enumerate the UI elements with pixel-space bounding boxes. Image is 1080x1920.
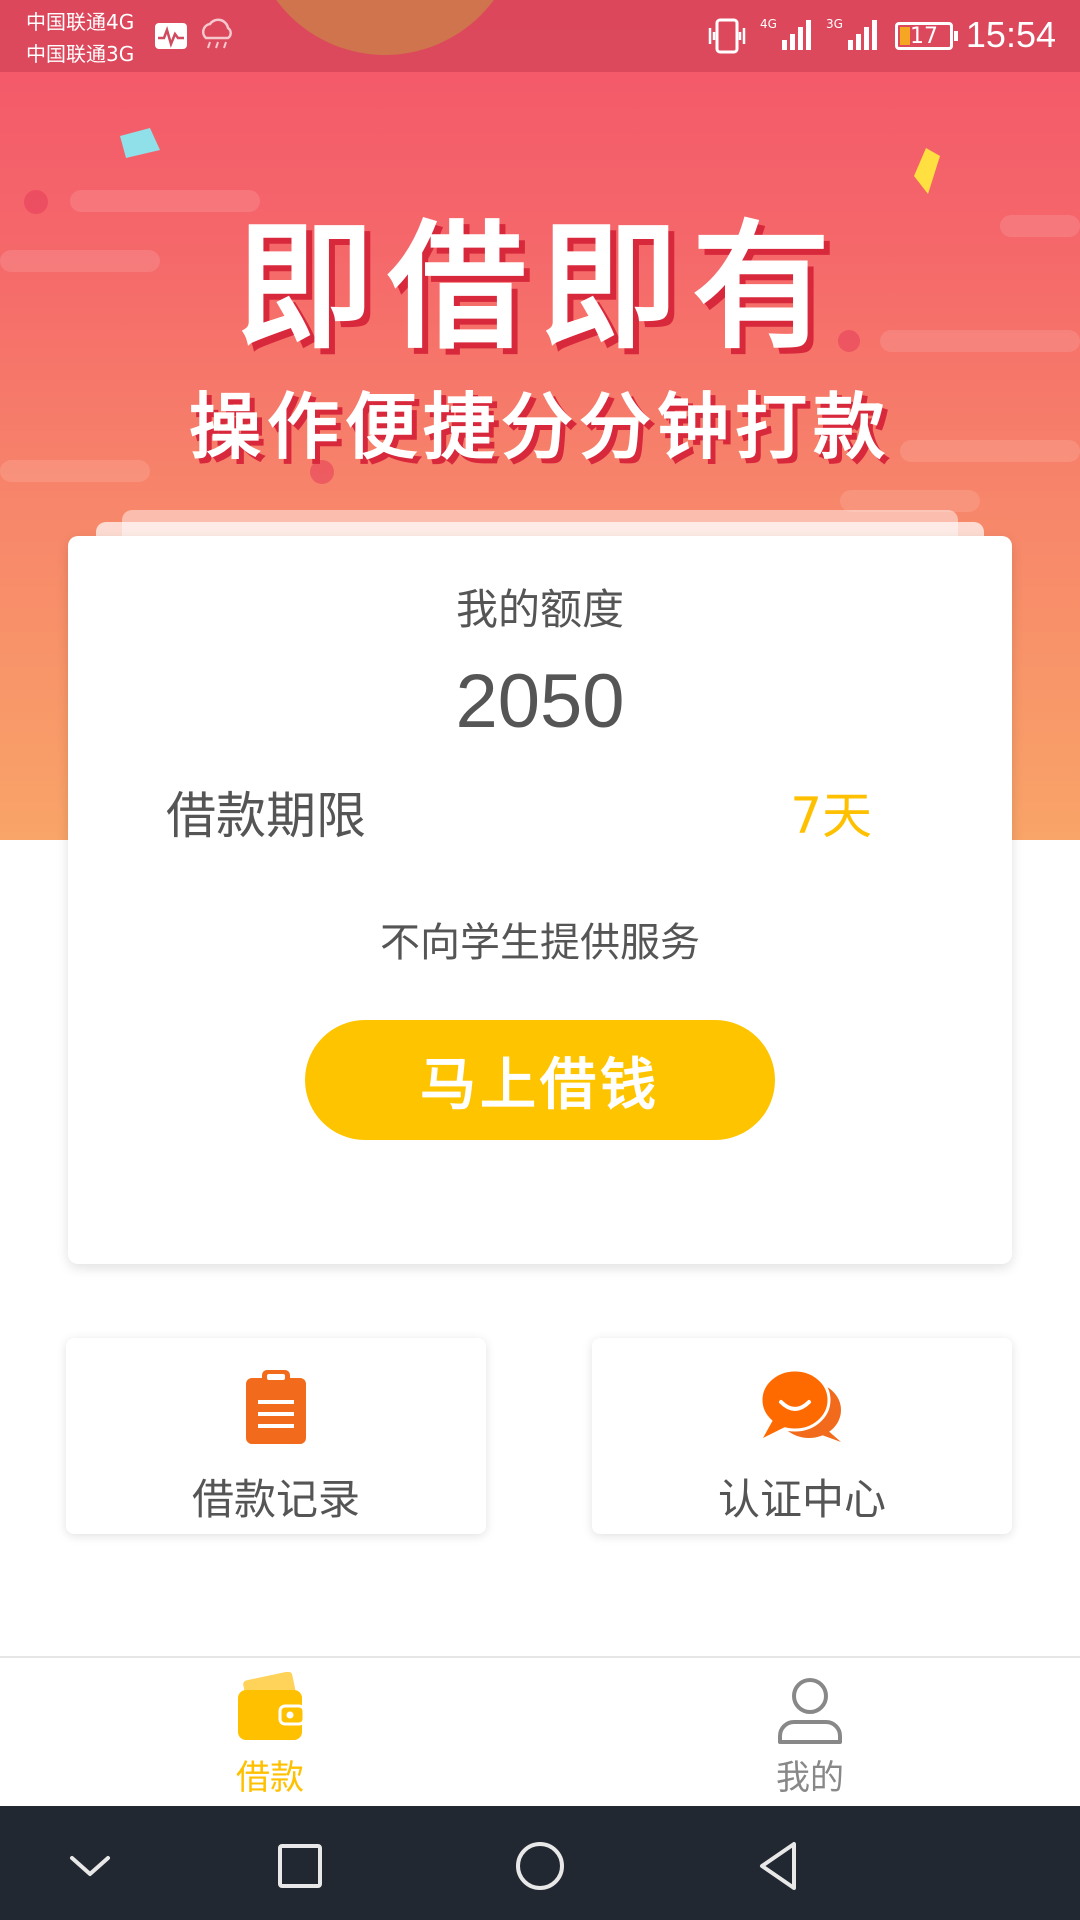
quota-card: 我的额度 2050 借款期限 7天 不向学生提供服务 马上借钱 — [68, 536, 1012, 1264]
clock: 15:54 — [965, 14, 1056, 55]
bottom-tab-bar: 借款 我的 — [0, 1656, 1080, 1806]
hide-keyboard-chevron-icon[interactable] — [62, 1838, 118, 1894]
quota-title: 我的额度 — [455, 585, 624, 634]
battery-icon: 17 — [895, 22, 958, 50]
status-bar: 中国联通4G 中国联通3G 4G 3G 17 15:54 — [0, 0, 1080, 72]
weather-rain-icon — [201, 18, 232, 49]
recent-apps-icon[interactable] — [272, 1838, 328, 1894]
banner-subline: 操作便捷分分钟打款 — [188, 385, 891, 469]
chat-bubbles-icon — [759, 1368, 841, 1442]
clipboard-icon — [246, 1370, 306, 1444]
quota-amount: 2050 — [455, 659, 625, 744]
loan-records-tile[interactable]: 借款记录 — [66, 1338, 486, 1534]
tab-mine[interactable]: 我的 — [540, 1658, 1080, 1808]
tab-mine-label: 我的 — [776, 1758, 844, 1798]
back-icon[interactable] — [752, 1838, 808, 1894]
tab-borrow-label: 借款 — [236, 1758, 304, 1798]
svg-text:3G: 3G — [826, 17, 843, 31]
confetti-decoration — [120, 128, 160, 158]
carrier-secondary: 中国联通3G — [26, 42, 135, 66]
loan-records-label: 借款记录 — [191, 1475, 360, 1524]
verification-center-tile[interactable]: 认证中心 — [592, 1338, 1012, 1534]
loan-term-label: 借款期限 — [166, 787, 366, 845]
loan-term-value[interactable]: 7天 — [790, 776, 872, 848]
home-icon[interactable] — [512, 1838, 568, 1894]
signal-4g-icon: 4G — [760, 17, 811, 50]
system-nav-bar — [0, 1806, 1080, 1920]
decor-streak — [840, 490, 980, 512]
borrow-now-button[interactable]: 马上借钱 — [305, 1020, 775, 1140]
wallet-icon — [238, 1672, 306, 1740]
carrier-primary: 中国联通4G — [26, 10, 135, 34]
vibrate-icon — [708, 18, 746, 54]
activity-monitor-icon — [155, 23, 187, 49]
tab-borrow[interactable]: 借款 — [0, 1658, 540, 1808]
svg-text:4G: 4G — [760, 17, 777, 31]
signal-3g-icon: 3G — [826, 17, 877, 50]
student-notice: 不向学生提供服务 — [380, 920, 700, 966]
banner-headline: 即借即有 — [235, 207, 844, 368]
battery-level: 17 — [910, 24, 938, 49]
user-icon — [778, 1678, 842, 1744]
verification-center-label: 认证中心 — [717, 1475, 886, 1524]
